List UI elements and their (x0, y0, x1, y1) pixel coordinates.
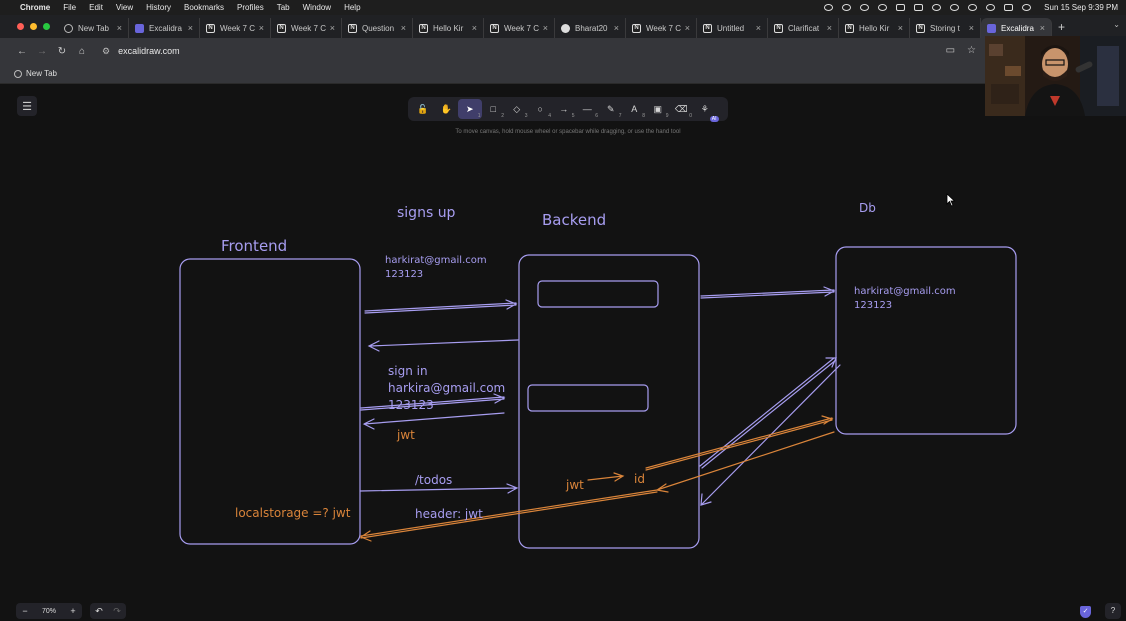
backend-signup-slot[interactable] (537, 280, 659, 308)
signup-email[interactable]: harkirat@gmail.com (385, 255, 487, 266)
arrow-todos-response[interactable] (359, 489, 658, 542)
frontend-label[interactable]: Frontend (221, 237, 287, 255)
arrow-signup-request[interactable] (364, 299, 518, 314)
presenter-video (985, 36, 1126, 116)
screen: Chrome File Edit View History Bookmarks … (0, 0, 1126, 621)
signin-label[interactable]: sign in (388, 364, 428, 378)
backend-jwt-label[interactable]: jwt (566, 478, 584, 492)
drawing-layer (179, 246, 1017, 549)
signs-up-label[interactable]: signs up (397, 205, 455, 221)
localstorage-label[interactable]: localstorage =? jwt (235, 506, 350, 520)
db-label[interactable]: Db (859, 201, 876, 215)
backend-box[interactable] (518, 254, 700, 549)
arrow-id-to-db[interactable] (645, 415, 834, 471)
arrow-signin-response[interactable] (362, 412, 505, 430)
signin-password[interactable]: 123123 (388, 398, 434, 412)
arrow-backend-to-db-lookup[interactable] (699, 357, 837, 469)
backend-label[interactable]: Backend (542, 211, 606, 229)
db-email[interactable]: harkirat@gmail.com (854, 286, 956, 297)
db-box[interactable] (835, 246, 1017, 435)
arrow-signup-response[interactable] (367, 339, 519, 352)
db-password[interactable]: 123123 (854, 300, 892, 311)
backend-signin-slot[interactable] (527, 384, 649, 412)
todos-label[interactable]: /todos (415, 473, 452, 487)
jwt-response-label[interactable]: jwt (397, 428, 415, 442)
arrow-jwt-to-id[interactable] (587, 472, 625, 482)
signup-password[interactable]: 123123 (385, 269, 423, 280)
webcam-overlay (985, 36, 1126, 116)
frontend-box[interactable] (179, 258, 361, 545)
backend-id-label[interactable]: id (634, 472, 645, 486)
signin-email[interactable]: harkira@gmail.com (388, 381, 505, 395)
header-jwt-label[interactable]: header: jwt (415, 507, 483, 521)
arrow-backend-to-db[interactable] (700, 286, 836, 299)
